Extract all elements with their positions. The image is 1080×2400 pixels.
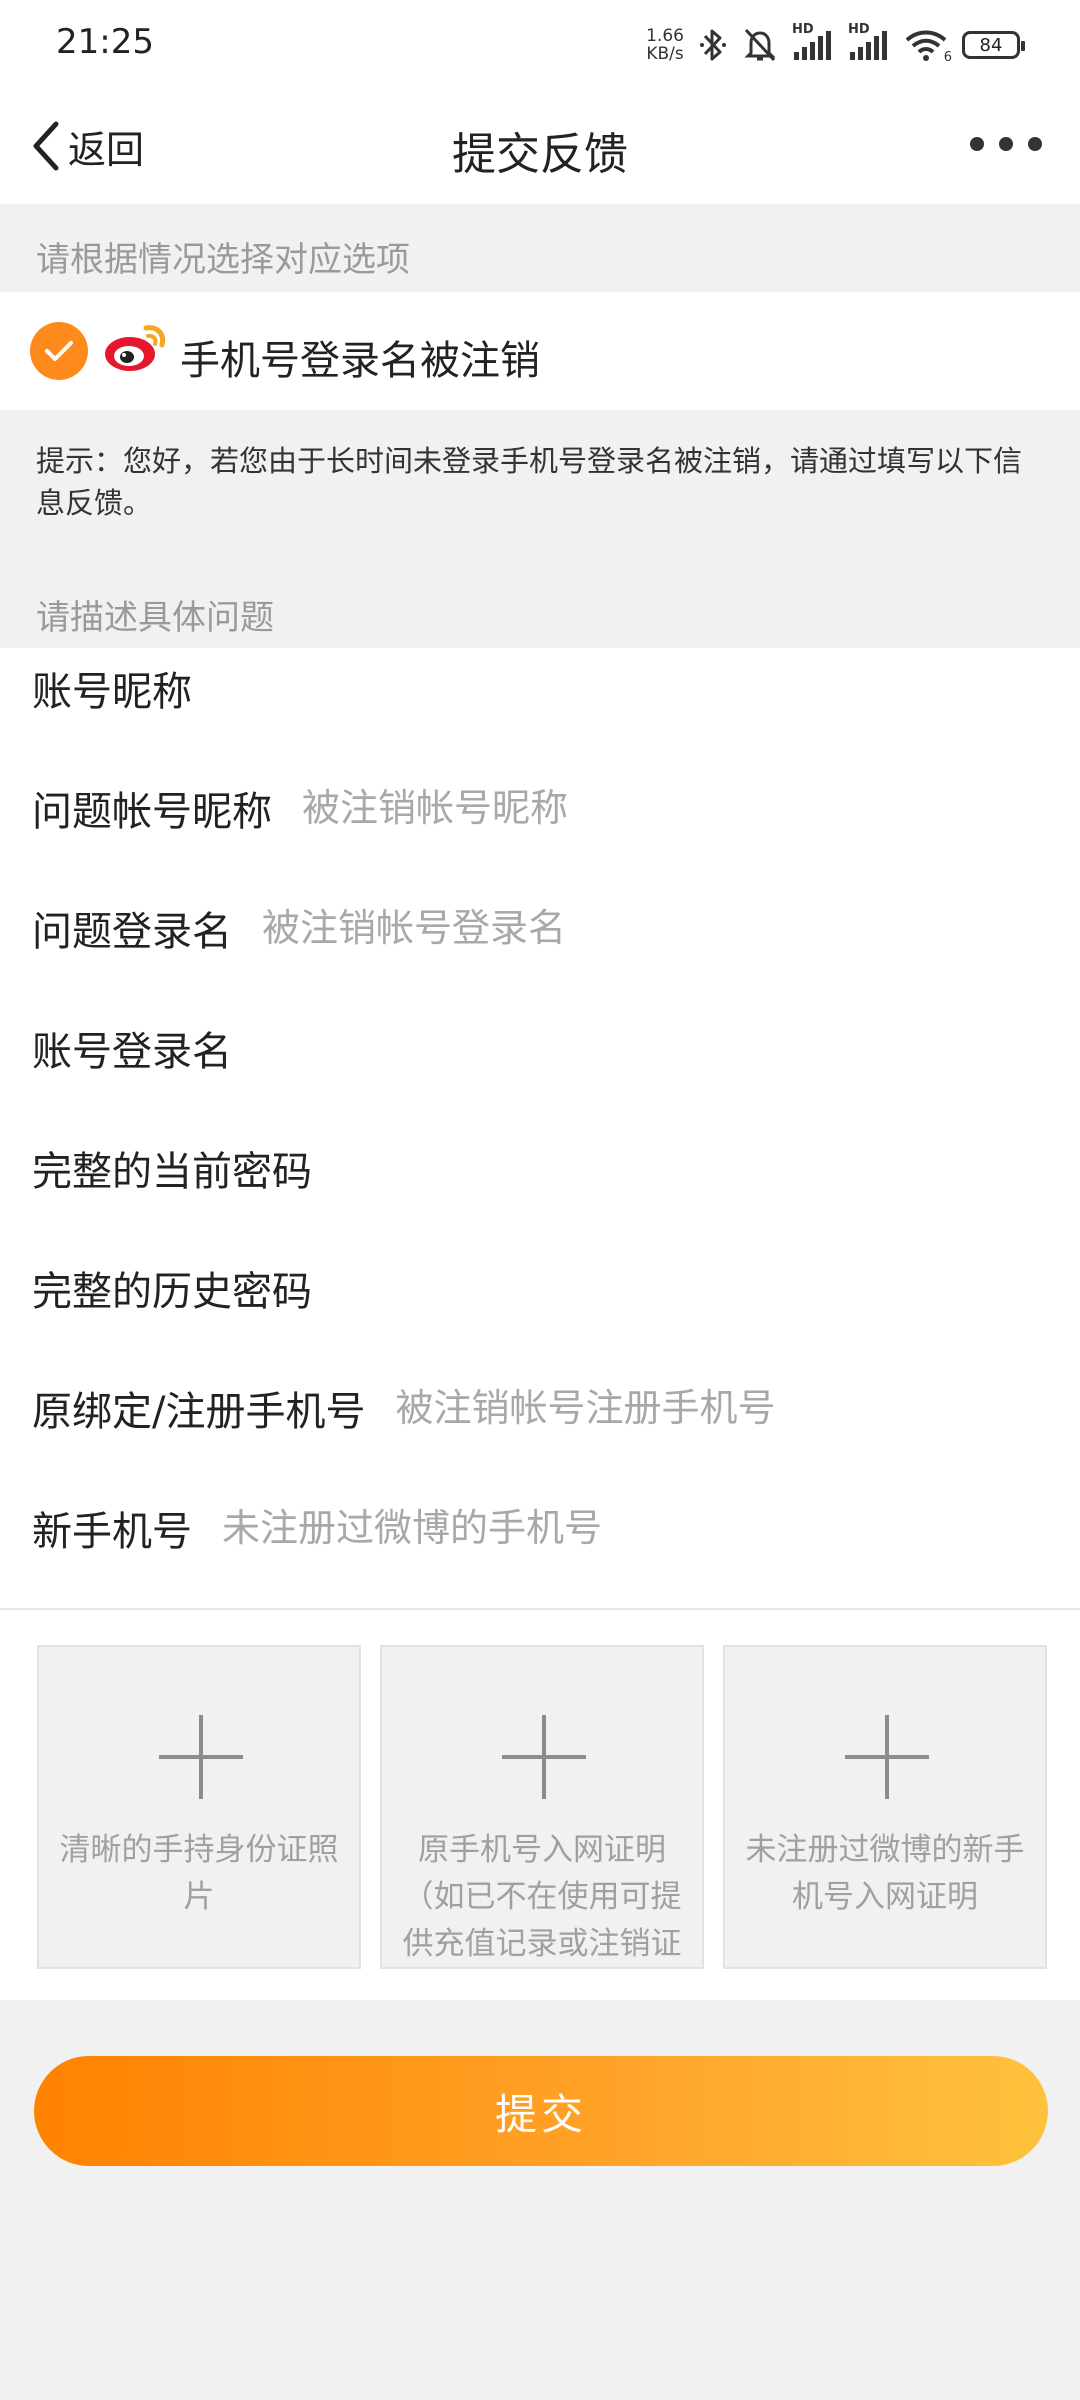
battery-icon: 84 — [962, 31, 1025, 59]
plus-icon — [502, 1715, 586, 1799]
status-bar: 21:25 1.66 KB/s HD HD 6 84 — [0, 0, 1080, 88]
status-time: 21:25 — [56, 22, 154, 62]
field-original-phone[interactable]: 原绑定/注册手机号 — [32, 1368, 1048, 1448]
field-account-login[interactable]: 账号登录名 — [32, 1008, 1048, 1088]
hint-text: 提示：您好，若您由于长时间未登录手机号登录名被注销，请通过填写以下信息反馈。 — [36, 444, 1023, 520]
back-button[interactable]: 返回 — [28, 118, 144, 174]
field-current-password[interactable]: 完整的当前密码 — [32, 1128, 1048, 1208]
signal-1-icon: HD — [792, 22, 834, 62]
more-dot-icon — [999, 137, 1013, 151]
upload-original-phone-proof[interactable]: 原手机号入网证明（如已不在使用可提供充值记录或注销证明） — [380, 1645, 704, 1969]
new-phone-input[interactable] — [222, 1506, 1048, 1550]
wifi-sub-label: 6 — [943, 50, 952, 65]
hd-label-1: HD — [792, 22, 814, 37]
checkmark-icon[interactable] — [30, 322, 88, 380]
plus-icon — [845, 1715, 929, 1799]
field-label: 账号登录名 — [32, 1029, 232, 1075]
problem-login-input[interactable] — [262, 906, 1048, 950]
field-new-phone[interactable]: 新手机号 — [32, 1488, 1048, 1568]
history-password-input[interactable] — [342, 1266, 1048, 1310]
section-label-select: 请根据情况选择对应选项 — [36, 240, 410, 280]
feedback-form: 账号昵称 问题帐号昵称 问题登录名 账号登录名 完整的当前密码 完整的历史密码 … — [0, 648, 1080, 1610]
more-dot-icon — [970, 137, 984, 151]
upload-label: 原手机号入网证明（如已不在使用可提供充值记录或注销证明） — [402, 1832, 682, 1962]
option-row[interactable]: 手机号登录名被注销 — [0, 292, 1080, 410]
more-menu-button[interactable] — [970, 124, 1042, 164]
hd-label-2: HD — [848, 22, 870, 37]
field-problem-login[interactable]: 问题登录名 — [32, 888, 1048, 968]
weibo-logo-icon — [102, 314, 172, 382]
account-nickname-input[interactable] — [222, 666, 1048, 710]
chevron-left-icon — [33, 121, 59, 171]
upload-new-phone-proof[interactable]: 未注册过微博的新手机号入网证明 — [723, 1645, 1047, 1969]
field-label: 新手机号 — [32, 1509, 192, 1555]
signal-2-icon: HD — [848, 22, 890, 62]
upload-label: 未注册过微博的新手机号入网证明 — [745, 1832, 1025, 1915]
field-account-nickname[interactable]: 账号昵称 — [32, 648, 1048, 728]
nav-bar: 返回 提交反馈 — [0, 88, 1080, 204]
original-phone-input[interactable] — [395, 1386, 1048, 1430]
status-icons: 1.66 KB/s HD HD 6 84 — [646, 20, 1025, 70]
field-label: 完整的当前密码 — [32, 1149, 312, 1195]
field-problem-nickname[interactable]: 问题帐号昵称 — [32, 768, 1048, 848]
network-speed: 1.66 KB/s — [646, 27, 684, 63]
field-label: 问题帐号昵称 — [32, 789, 272, 835]
upload-id-photo[interactable]: 清晰的手持身份证照片 — [37, 1645, 361, 1969]
battery-level: 84 — [979, 34, 1003, 56]
field-label: 账号昵称 — [32, 669, 192, 715]
plus-icon — [159, 1715, 243, 1799]
current-password-input[interactable] — [342, 1146, 1048, 1190]
submit-button[interactable]: 提交 — [34, 2056, 1048, 2166]
option-label: 手机号登录名被注销 — [180, 338, 540, 384]
problem-nickname-input[interactable] — [302, 786, 1048, 830]
field-label: 完整的历史密码 — [32, 1269, 312, 1315]
field-label: 问题登录名 — [32, 909, 232, 955]
section-label-describe: 请描述具体问题 — [36, 598, 274, 638]
network-speed-unit: KB/s — [646, 44, 684, 64]
page-title: 提交反馈 — [452, 129, 628, 180]
back-label: 返回 — [68, 127, 145, 172]
wifi-icon: 6 — [904, 27, 952, 65]
mute-bell-icon — [742, 26, 778, 64]
field-history-password[interactable]: 完整的历史密码 — [32, 1248, 1048, 1328]
upload-label: 清晰的手持身份证照片 — [59, 1832, 339, 1915]
network-speed-value: 1.66 — [646, 26, 684, 46]
account-login-input[interactable] — [262, 1026, 1048, 1070]
bluetooth-icon — [698, 26, 728, 64]
field-label: 原绑定/注册手机号 — [32, 1389, 366, 1435]
more-dot-icon — [1028, 137, 1042, 151]
